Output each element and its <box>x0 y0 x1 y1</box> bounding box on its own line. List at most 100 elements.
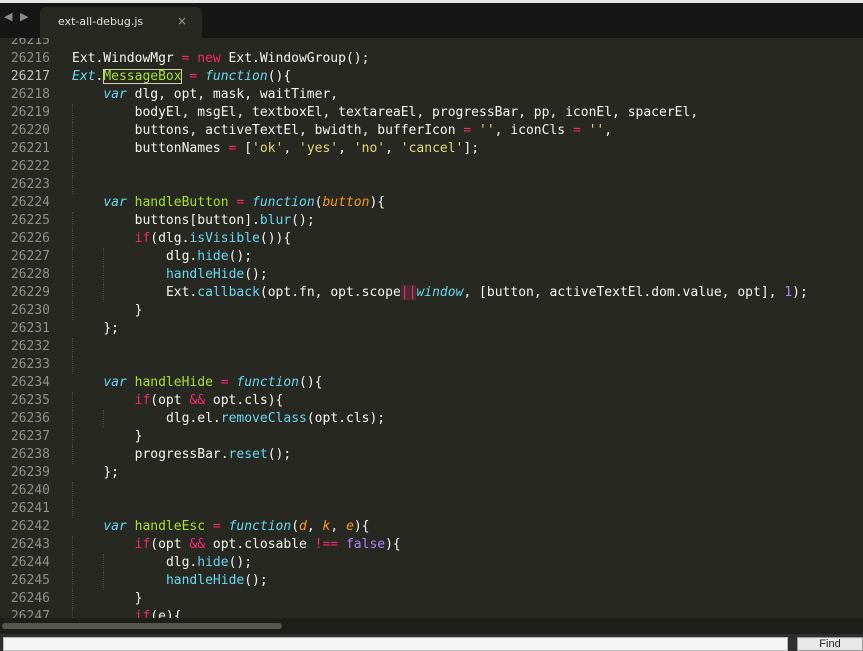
code-token: MessageBox <box>103 69 182 84</box>
code-token: function <box>236 375 300 390</box>
line-number: 26216 <box>10 51 50 66</box>
code-token: handleHide <box>165 267 245 282</box>
code-token: ); <box>792 285 808 300</box>
code-token: ){ <box>385 537 401 552</box>
code-token: dlg.el. <box>165 411 221 426</box>
code-token: removeClass <box>220 411 307 426</box>
scrollbar-thumb[interactable] <box>2 623 282 629</box>
line-number: 26244 <box>10 555 50 570</box>
line-number: 26227 <box>10 249 50 264</box>
code-text: if(dlg.isVisible()){ <box>135 230 292 248</box>
code-token: 'yes' <box>299 141 339 156</box>
code-token: hide <box>197 249 229 264</box>
code-token: 'no' <box>353 141 386 156</box>
code-token: (opt <box>150 393 190 408</box>
code-text: }; <box>103 320 119 338</box>
code-token: (){ <box>267 69 292 84</box>
indent-guide <box>72 140 74 158</box>
indent-guide <box>72 608 74 618</box>
code-token: dlg. <box>165 555 198 570</box>
code-token: (e){ <box>150 609 182 618</box>
code-token: progressBar. <box>134 447 229 462</box>
tab-next-icon[interactable]: ▶ <box>20 11 30 22</box>
code-token: , <box>306 519 323 534</box>
close-icon[interactable]: × <box>177 14 187 28</box>
code-token: Ext <box>72 69 96 84</box>
code-text: } <box>135 590 143 608</box>
horizontal-scrollbar[interactable] <box>0 618 863 634</box>
line-number: 26233 <box>10 357 50 372</box>
code-token: if <box>134 537 151 552</box>
code-text: buttonNames = ['ok', 'yes', 'no', 'cance… <box>135 140 479 158</box>
code-token: !== <box>314 537 339 552</box>
code-token: 1 <box>784 285 793 300</box>
code-text: var handleHide = function(){ <box>103 374 322 392</box>
code-token: ){ <box>369 195 386 210</box>
code-token: handleButton <box>134 195 229 210</box>
find-input[interactable] <box>3 637 788 651</box>
window-top-border <box>0 0 863 3</box>
line-number: 26215 <box>10 38 50 48</box>
line-number: 26245 <box>10 573 50 588</box>
code-text: handleHide(); <box>166 572 268 590</box>
code-token: } <box>134 303 143 318</box>
code-token: }; <box>103 321 119 336</box>
code-token: buttons[button]. <box>134 213 260 228</box>
indent-guide <box>72 572 74 590</box>
code-text: Ext.callback(opt.fn, opt.scope||window, … <box>166 284 808 302</box>
line-number: 26224 <box>10 195 50 210</box>
code-token: ()){ <box>259 231 292 246</box>
code-token: buttons, activeTextEl, bwidth, bufferIco… <box>134 123 464 138</box>
code-token: (); <box>244 573 268 588</box>
code-editor[interactable]: 26215 26216 Ext.WindowMgr = new Ext.Window… <box>0 38 863 618</box>
indent-guide <box>72 500 74 518</box>
code-token: ){ <box>353 519 370 534</box>
code-text: bodyEl, msgEl, textboxEl, textareaEl, pr… <box>135 104 699 122</box>
code-token: 'ok' <box>252 141 284 156</box>
indent-guide <box>103 410 105 428</box>
tab-label: ext-all-debug.js <box>58 15 144 28</box>
indent-guide <box>72 590 74 608</box>
code-token: function <box>228 519 292 534</box>
indent-guide <box>72 176 74 194</box>
indent-guide <box>103 248 105 266</box>
tab-bar: ◀ ▶ ext-all-debug.js × <box>0 0 863 38</box>
line-number: 26217 <box>10 69 50 84</box>
code-text: } <box>135 428 143 446</box>
code-token: Ext.WindowGroup(); <box>220 51 370 66</box>
indent-guide <box>72 158 74 176</box>
indent-guide <box>72 122 74 140</box>
indent-guide <box>72 482 74 500</box>
code-token: if <box>134 393 151 408</box>
code-token: , <box>385 141 401 156</box>
code-token: ]; <box>463 141 480 156</box>
code-token: , <box>338 141 354 156</box>
code-text: if(e){ <box>135 608 182 618</box>
code-text: }; <box>103 464 119 482</box>
code-token: opt.cls){ <box>205 393 284 408</box>
code-token: [ <box>236 141 253 156</box>
indent-guide <box>72 212 74 230</box>
code-token: var <box>103 195 127 210</box>
find-button[interactable]: Find <box>797 637 863 651</box>
code-text: var handleEsc = function(d, k, e){ <box>103 518 369 536</box>
code-token: = <box>463 123 472 138</box>
code-text: if(opt && opt.closable !== false){ <box>135 536 401 554</box>
tab-active-file[interactable]: ext-all-debug.js × <box>40 7 202 38</box>
indent-guide <box>72 392 74 410</box>
tab-prev-icon[interactable]: ◀ <box>4 11 14 22</box>
indent-guide <box>72 248 74 266</box>
code-text: var handleButton = function(button){ <box>103 194 385 212</box>
code-token: handleEsc <box>134 519 206 534</box>
line-number: 26237 <box>10 429 50 444</box>
code-token: reset <box>228 447 268 462</box>
